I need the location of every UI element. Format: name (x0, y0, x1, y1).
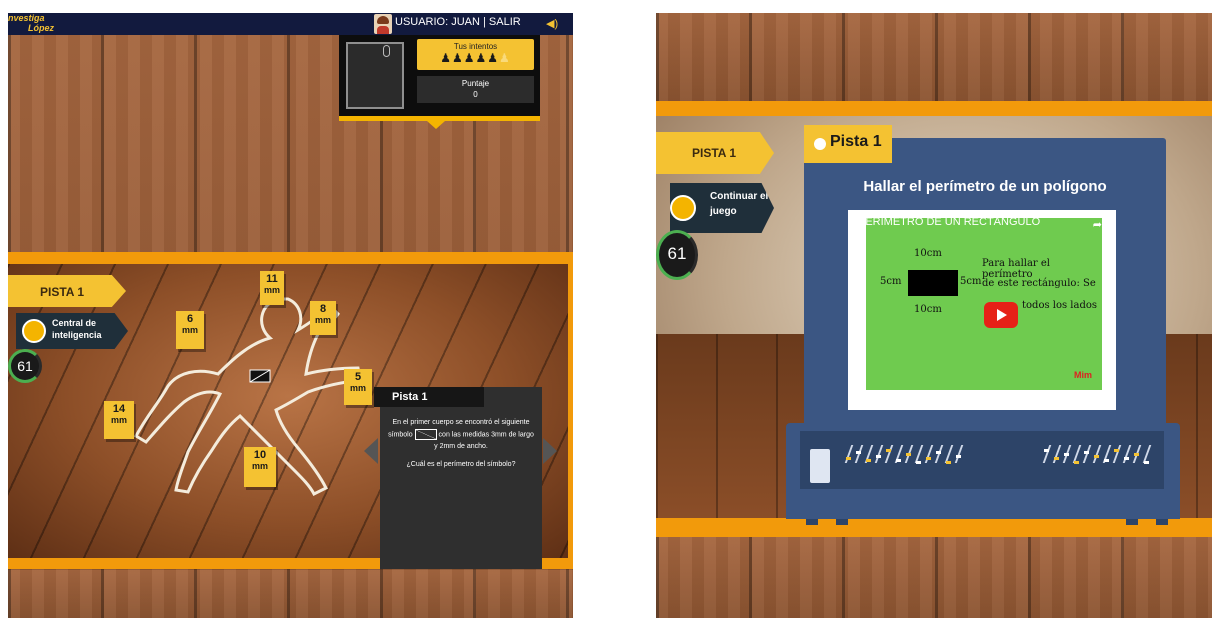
user-logout-link[interactable]: USUARIO: JUAN | SALIR (395, 16, 521, 28)
console-panel (800, 431, 1164, 489)
user-info-popup: Tus intentos ♟♟♟♟♟♟ Puntaje 0 (339, 35, 540, 129)
sound-icon[interactable]: ◀) (546, 17, 558, 30)
video-chalkboard: 10cm 5cm 5cm 10cm Para hallar el perímet… (866, 218, 1102, 390)
evidence-marker: 8 mm (310, 301, 336, 335)
clue-card-title: Pista 1 (374, 387, 484, 407)
video-player[interactable]: 10cm 5cm 5cm 10cm Para hallar el perímet… (848, 210, 1116, 410)
rectangle-figure (908, 270, 958, 296)
pista-tag: PISTA 1 (8, 275, 126, 307)
attempts-box: Tus intentos ♟♟♟♟♟♟ (417, 39, 534, 70)
console-leg (1156, 519, 1168, 525)
console-leg (836, 519, 848, 525)
score-value: 0 (473, 90, 478, 99)
lightbulb-icon (670, 195, 696, 221)
lightbulb-icon (22, 319, 46, 343)
play-button-icon[interactable] (984, 302, 1018, 328)
console-keypad (810, 449, 830, 483)
lightbulb-icon (814, 138, 826, 150)
prev-arrow-icon[interactable] (364, 438, 378, 464)
paperclip-icon (383, 45, 390, 57)
control-console (786, 423, 1180, 519)
pista-tab: Pista 1 (804, 125, 892, 163)
avatar (374, 14, 392, 34)
wood-floor-bottom (8, 570, 573, 618)
rectangle-symbol-icon (414, 429, 437, 440)
clue-video-panel: PISTA 1 Continuar el juego 61 Hallar el … (656, 13, 1212, 618)
next-arrow-icon[interactable] (543, 438, 557, 464)
wood-wall-bottom (656, 537, 1212, 618)
suspect-photo-frame (346, 42, 404, 109)
video-title: PERÍMETRO DE UN RECTÁNGULO (858, 216, 1041, 228)
console-leg (806, 519, 818, 525)
evidence-marker: 5 mm (344, 369, 372, 405)
score-box: Puntaje 0 (417, 76, 534, 103)
monitor: Hallar el perímetro de un polígono 10cm … (804, 138, 1166, 428)
timer: 61 (656, 230, 698, 280)
evidence-marker: 6 mm (176, 311, 204, 349)
evidence-marker: 14 mm (104, 401, 134, 439)
wood-wall-top (656, 13, 1212, 101)
pista-tag: PISTA 1 (656, 132, 774, 174)
attempts-person-icons: ♟♟♟♟♟♟ (440, 51, 511, 65)
channel-logo: Mim (1074, 370, 1092, 380)
console-leg (1126, 519, 1138, 525)
timer: 61 (8, 349, 42, 383)
evidence-marker: 10 mm (244, 447, 276, 487)
clue-question: ¿Cuál es el perímetro del símbolo? (406, 461, 516, 469)
top-bar: nvestiga López USUARIO: JUAN | SALIR ◀) (8, 13, 573, 35)
crime-scene-panel: nvestiga López USUARIO: JUAN | SALIR ◀) … (8, 13, 573, 618)
evidence-marker: 11 mm (260, 271, 284, 305)
clue-card-text: En el primer cuerpo se encontró el sigui… (388, 417, 534, 471)
game-logo: nvestiga López (8, 13, 54, 33)
clue-card: Pista 1 En el primer cuerpo se encontró … (374, 387, 542, 569)
share-icon[interactable]: ➦ (1093, 218, 1102, 231)
monitor-title: Hallar el perímetro de un polígono (863, 178, 1107, 195)
